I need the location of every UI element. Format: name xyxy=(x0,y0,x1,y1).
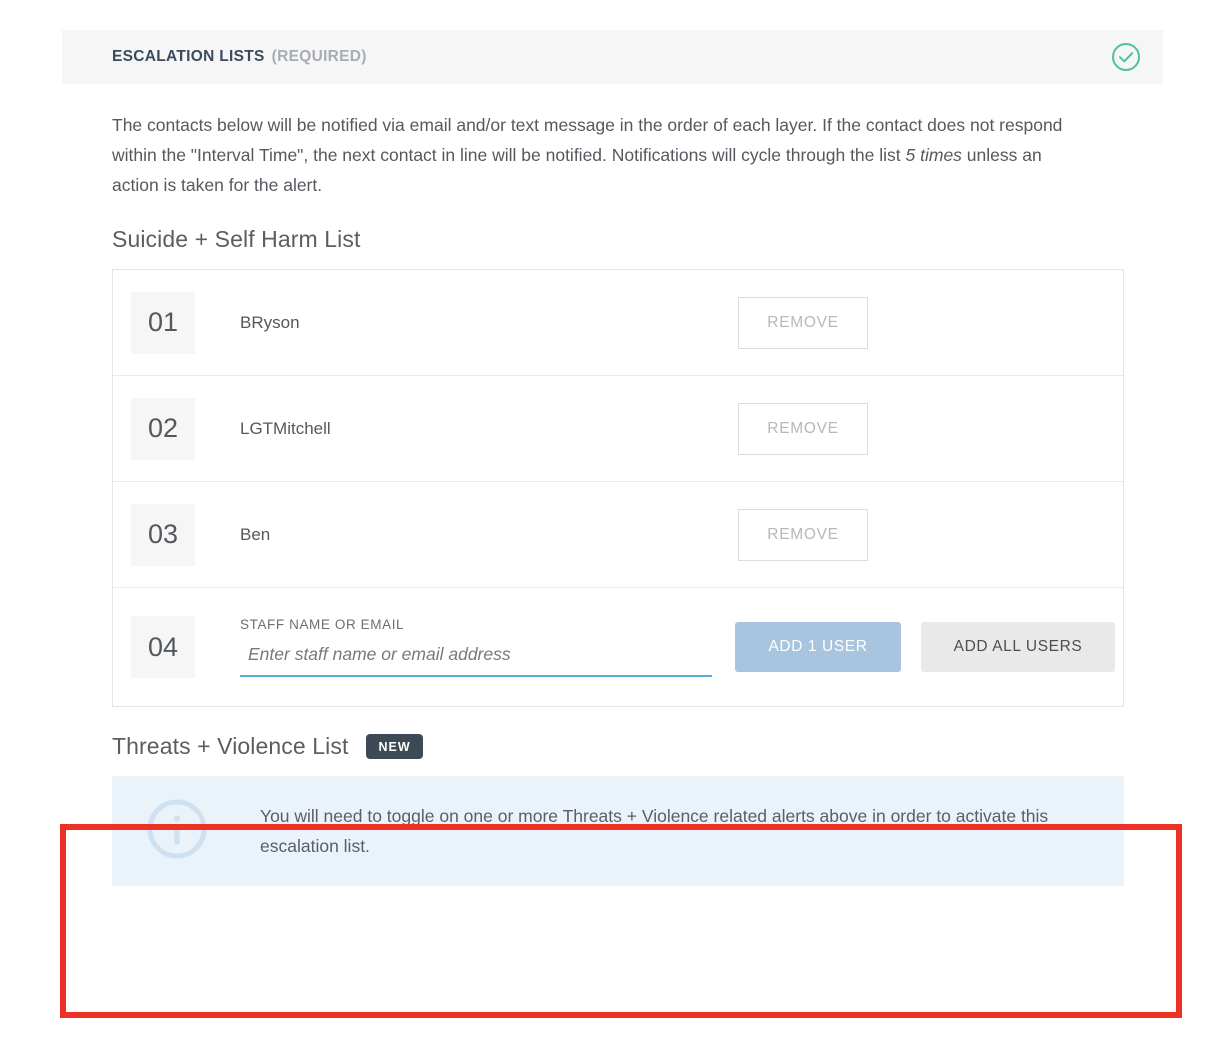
staff-name-label: STAFF NAME OR EMAIL xyxy=(240,617,405,632)
intro-line-1: The contacts below will be notified via … xyxy=(112,115,862,135)
page-root: ESCALATION LISTS (REQUIRED) The contacts… xyxy=(0,0,1224,1052)
intro-line-3-before: Notifications will cycle through the lis… xyxy=(611,145,906,165)
table-row: 03 Ben REMOVE xyxy=(113,482,1123,588)
required-label: (REQUIRED) xyxy=(271,48,367,65)
suicide-list-title-row: Suicide + Self Harm List xyxy=(112,226,1123,253)
table-row: 01 BRyson REMOVE xyxy=(113,270,1123,376)
staff-name-input[interactable] xyxy=(240,644,712,677)
staff-name-field-group: STAFF NAME OR EMAIL xyxy=(240,617,712,677)
escalation-lists-card: ESCALATION LISTS (REQUIRED) The contacts… xyxy=(62,30,1163,886)
suicide-escalation-table: 01 BRyson REMOVE 02 LGTMitchell REMOVE 0… xyxy=(112,269,1124,707)
remove-button[interactable]: REMOVE xyxy=(738,296,868,349)
order-badge: 03 xyxy=(131,503,195,566)
remove-button[interactable]: REMOVE xyxy=(738,508,868,561)
add-one-user-button[interactable]: ADD 1 USER xyxy=(735,622,901,672)
check-circle-icon xyxy=(1111,42,1141,72)
threats-list-title: Threats + Violence List xyxy=(112,733,349,759)
order-badge: 01 xyxy=(131,291,195,354)
order-badge: 02 xyxy=(131,397,195,460)
contact-name: BRyson xyxy=(240,312,300,332)
threats-info-notice: You will need to toggle on one or more T… xyxy=(112,776,1124,886)
intro-paragraph: The contacts below will be notified via … xyxy=(112,110,1074,200)
card-body: The contacts below will be notified via … xyxy=(62,84,1163,886)
table-row: 02 LGTMitchell REMOVE xyxy=(113,376,1123,482)
card-header: ESCALATION LISTS (REQUIRED) xyxy=(62,30,1163,84)
notice-line-1: You will need to toggle on one or more T… xyxy=(260,806,932,826)
notice-text: You will need to toggle on one or more T… xyxy=(260,801,1060,861)
contact-name: Ben xyxy=(240,524,271,544)
threats-list-title-row: Threats + Violence List NEW xyxy=(112,733,1123,760)
order-badge: 04 xyxy=(131,616,195,678)
add-contact-row: 04 STAFF NAME OR EMAIL ADD 1 USER ADD AL… xyxy=(113,588,1123,706)
new-badge: NEW xyxy=(366,733,423,760)
info-circle-icon xyxy=(146,798,208,865)
remove-button[interactable]: REMOVE xyxy=(738,402,868,455)
suicide-list-title: Suicide + Self Harm List xyxy=(112,226,361,252)
page-title: ESCALATION LISTS xyxy=(112,48,265,65)
intro-emphasis: 5 times xyxy=(905,145,962,165)
contact-name: LGTMitchell xyxy=(240,418,331,438)
add-all-users-button[interactable]: ADD ALL USERS xyxy=(921,622,1115,672)
